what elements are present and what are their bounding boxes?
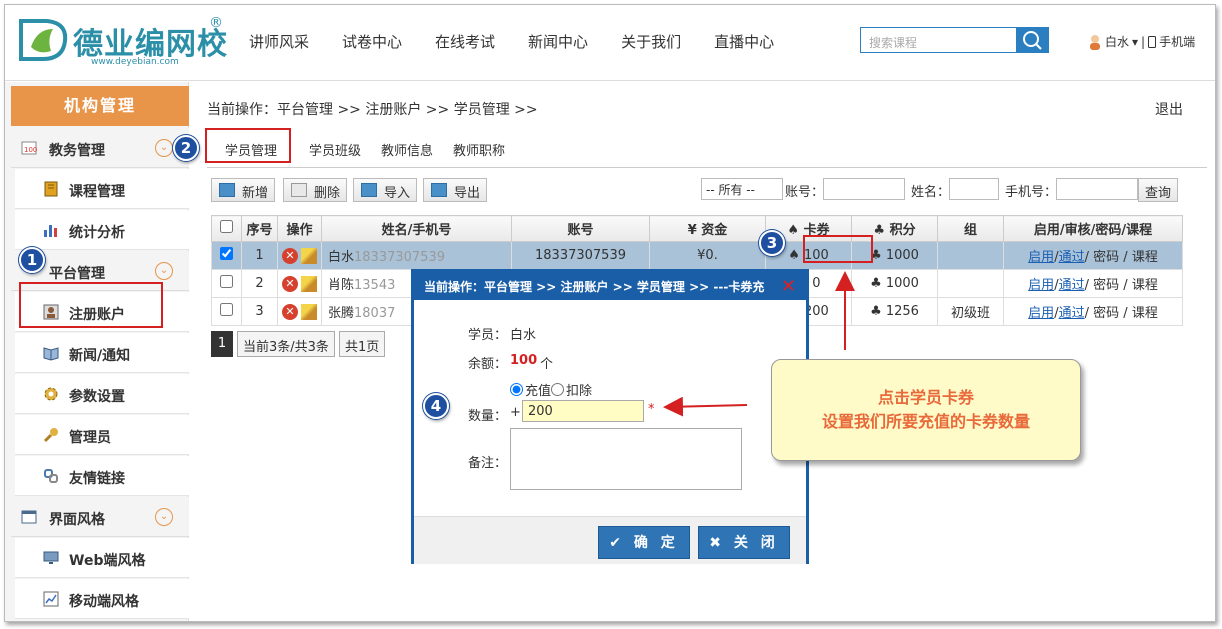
arrow-to-quantity xyxy=(663,396,748,417)
callout-line-2: 设置我们所要充值的卡券数量 xyxy=(821,412,1030,431)
instruction-callout: 点击学员卡券 设置我们所要充值的卡券数量 xyxy=(771,359,1081,461)
callout-line-1: 点击学员卡券 xyxy=(877,388,974,407)
app-window: 德业编网校 ® www.deyebian.com 讲师风采 试卷中心 在线考试 … xyxy=(4,4,1216,622)
annotation-arrows xyxy=(663,271,855,417)
